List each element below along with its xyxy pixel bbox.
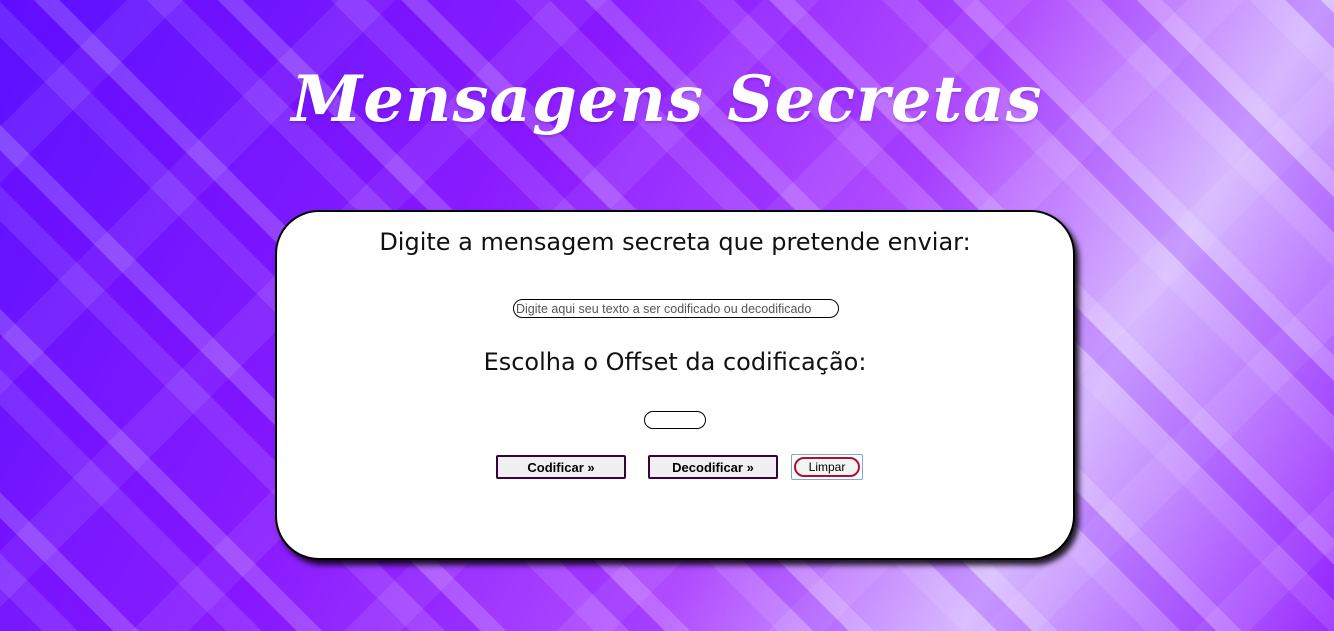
message-label: Digite a mensagem secreta que pretende e…	[379, 228, 971, 256]
encode-button[interactable]: Codificar »	[496, 455, 626, 479]
clear-button[interactable]: Limpar	[794, 457, 860, 477]
form-card: Digite a mensagem secreta que pretende e…	[275, 210, 1075, 560]
clear-button-focus-ring: Limpar	[791, 454, 863, 480]
decode-button[interactable]: Decodificar »	[648, 455, 778, 479]
message-input[interactable]	[513, 299, 839, 318]
offset-input[interactable]	[644, 411, 706, 429]
offset-label: Escolha o Offset da codificação:	[483, 348, 867, 376]
page-title: Mensagens Secretas	[291, 62, 1043, 137]
